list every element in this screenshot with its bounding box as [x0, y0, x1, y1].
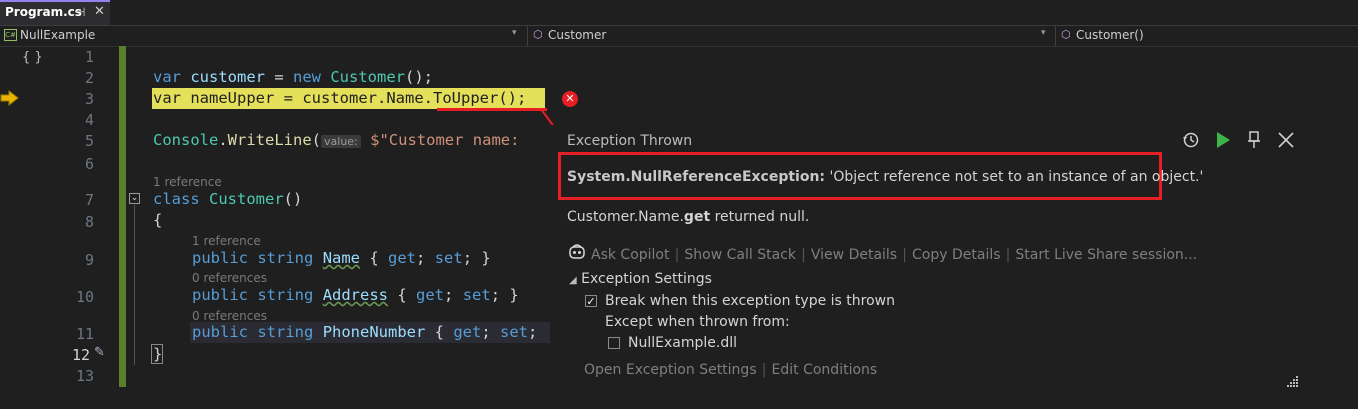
show-call-stack-link[interactable]: Show Call Stack: [684, 247, 796, 263]
reference-count[interactable]: 0 references: [192, 271, 267, 285]
line-number: 6: [84, 155, 94, 173]
collapse-triangle-icon: ◢: [569, 275, 577, 286]
exception-message: System.NullReferenceException: 'Object r…: [567, 169, 1204, 185]
collapse-outline-toggle[interactable]: ⌄: [129, 193, 140, 204]
nullexample-dll-label: NullExample.dll: [628, 335, 737, 351]
exception-footer-links: Open Exception Settings | Edit Condition…: [584, 362, 878, 378]
code-line-9: public string Name { get; set; }: [192, 249, 491, 267]
close-icon[interactable]: ✕: [94, 4, 105, 19]
code-line-8: {: [153, 211, 163, 229]
parameter-hint: value:: [321, 135, 361, 148]
code-line-12: }: [153, 345, 163, 363]
open-exception-settings-link[interactable]: Open Exception Settings: [584, 362, 757, 378]
class-icon: ⬡: [533, 28, 543, 41]
reference-count[interactable]: 0 references: [192, 309, 267, 323]
line-number: 13: [75, 367, 94, 385]
except-when-thrown-label: Except when thrown from:: [605, 314, 790, 330]
line-number: 3: [84, 90, 94, 108]
continue-play-icon[interactable]: [1215, 131, 1231, 153]
resize-grip-icon[interactable]: [1287, 372, 1299, 391]
reference-count[interactable]: 1 reference: [153, 175, 222, 189]
chevron-down-icon: ▾: [1041, 28, 1046, 38]
line-number: 2: [84, 69, 94, 87]
csharp-project-icon: C#: [4, 29, 17, 41]
line-number: 12: [71, 346, 90, 364]
code-line-5: Console.WriteLine(value: $"Customer name…: [153, 131, 529, 149]
nav-divider: [1055, 26, 1056, 46]
exception-actions: Ask Copilot | Show Call Stack | View Det…: [591, 247, 1198, 263]
exception-settings-header[interactable]: ◢ Exception Settings: [569, 271, 712, 287]
copilot-icon: [568, 243, 586, 264]
tab-program-cs[interactable]: Program.cs ⊣ ✕: [0, 0, 110, 25]
start-live-share-link[interactable]: Start Live Share session...: [1015, 247, 1197, 263]
ask-copilot-link[interactable]: Ask Copilot: [591, 247, 670, 263]
line-number: 10: [75, 288, 94, 306]
exception-title: Exception Thrown: [567, 133, 693, 149]
pin-icon[interactable]: ⊣: [75, 5, 85, 19]
member-dropdown[interactable]: ⬡ Customer(): [1057, 26, 1357, 45]
close-icon[interactable]: [1277, 131, 1295, 153]
code-line-2: var customer = new Customer();: [153, 68, 433, 86]
nav-divider: [527, 26, 528, 46]
outline-line: [134, 205, 135, 365]
project-dropdown[interactable]: C# NullExample ▾: [0, 26, 525, 45]
code-line-11: public string PhoneNumber { get; set;: [192, 323, 538, 341]
code-line-7: class Customer(): [153, 190, 303, 208]
tab-title: Program.cs: [5, 5, 82, 19]
reference-count[interactable]: 1 reference: [192, 234, 261, 248]
line-number: 8: [84, 213, 94, 231]
exception-detail: Customer.Name.get returned null.: [567, 209, 810, 225]
pin-icon[interactable]: [1247, 131, 1261, 153]
break-when-thrown-label: Break when this exception type is thrown: [605, 293, 895, 309]
code-line-10: public string Address { get; set; }: [192, 286, 519, 304]
line-number: 9: [84, 251, 94, 269]
line-number: 7: [84, 191, 94, 209]
changed-lines-bar: [119, 46, 126, 387]
view-details-link[interactable]: View Details: [811, 247, 897, 263]
error-squiggle: [437, 108, 547, 111]
chevron-down-icon: ▾: [512, 28, 517, 38]
line-number: 4: [84, 111, 94, 129]
current-statement-arrow-icon: [0, 89, 20, 110]
break-when-thrown-checkbox[interactable]: ✓: [585, 295, 597, 307]
nullexample-dll-checkbox[interactable]: [608, 337, 620, 349]
edit-conditions-link[interactable]: Edit Conditions: [772, 362, 878, 378]
history-icon[interactable]: [1182, 131, 1200, 153]
code-line-3: var nameUpper = customer.Name.ToUpper();: [153, 89, 527, 107]
line-number: 1: [84, 48, 94, 66]
method-icon: ⬡: [1061, 28, 1071, 41]
member-name: Customer(): [1076, 28, 1144, 42]
class-dropdown[interactable]: ⬡ Customer ▾: [529, 26, 1053, 45]
copy-details-link[interactable]: Copy Details: [912, 247, 1001, 263]
navigation-bar: C# NullExample ▾ ⬡ Customer ▾ ⬡ Customer…: [0, 26, 1358, 47]
tab-bar: Program.cs ⊣ ✕: [0, 0, 1358, 26]
exception-type: System.NullReferenceException:: [567, 169, 826, 185]
error-icon[interactable]: ✕: [562, 91, 578, 107]
project-name: NullExample: [20, 28, 96, 42]
quick-actions-brush-icon[interactable]: ✎: [94, 345, 105, 360]
line-number: 11: [75, 325, 94, 343]
line-number: 5: [84, 132, 94, 150]
class-name: Customer: [548, 28, 607, 42]
